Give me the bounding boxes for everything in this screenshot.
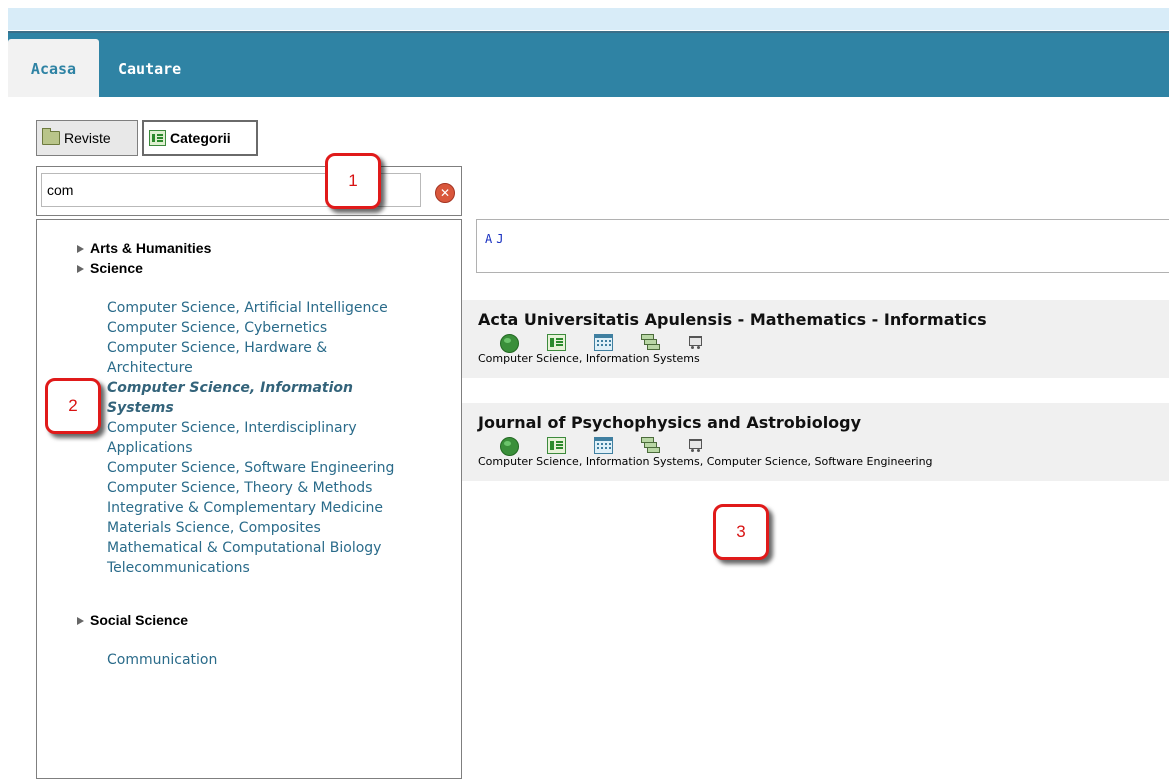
category-item[interactable]: Computer Science, Artificial Intelligenc… (107, 298, 394, 318)
expand-arrow-icon (77, 245, 84, 254)
group-arts-humanities[interactable]: Arts & Humanities (77, 240, 211, 256)
category-item[interactable]: Computer Science, Interdisciplinary (107, 418, 394, 438)
nav-bar: Acasa Cautare (8, 31, 1169, 99)
categorii-button-label: Categorii (170, 130, 231, 146)
details-icon[interactable] (547, 334, 566, 351)
categories-icon (149, 130, 166, 146)
category-item[interactable]: Computer Science, Software Engineering (107, 458, 394, 478)
top-strip (0, 0, 1169, 30)
tab-cautare[interactable]: Cautare (118, 39, 181, 99)
category-item[interactable]: Mathematical & Computational Biology (107, 538, 394, 558)
cart-icon[interactable] (686, 437, 703, 452)
category-item[interactable]: Computer Science, Cybernetics (107, 318, 394, 338)
clear-search-icon[interactable]: ✕ (435, 183, 455, 203)
category-item[interactable]: Telecommunications (107, 558, 394, 578)
callout-1: 1 (325, 153, 381, 209)
result-actions (500, 334, 703, 353)
category-item[interactable]: Materials Science, Composites (107, 518, 394, 538)
top-band (8, 8, 1169, 30)
category-item[interactable]: Computer Science, Hardware & (107, 338, 394, 358)
category-item[interactable]: Applications (107, 438, 394, 458)
letter-link[interactable]: J (496, 232, 503, 246)
science-category-list: Computer Science, Artificial Intelligenc… (107, 298, 394, 578)
category-item[interactable]: Communication (107, 650, 217, 670)
letter-filter: AJ (476, 219, 1169, 273)
callout-3: 3 (713, 504, 769, 560)
globe-icon[interactable] (500, 334, 519, 353)
issues-icon[interactable] (641, 334, 660, 350)
result-actions (500, 437, 703, 456)
result-categories: Computer Science, Information Systems (478, 352, 700, 365)
search-box: ✕ (36, 166, 462, 216)
issues-icon[interactable] (641, 437, 660, 453)
result-item: Acta Universitatis Apulensis - Mathemati… (462, 300, 1169, 378)
result-title[interactable]: Acta Universitatis Apulensis - Mathemati… (478, 310, 987, 329)
group-science[interactable]: Science (77, 260, 143, 276)
result-item: Journal of Psychophysics and Astrobiolog… (462, 403, 1169, 481)
category-item[interactable]: Computer Science, Theory & Methods (107, 478, 394, 498)
group-label: Arts & Humanities (90, 240, 212, 256)
folder-icon (42, 128, 60, 145)
callout-2: 2 (45, 378, 101, 434)
category-item[interactable]: Integrative & Complementary Medicine (107, 498, 394, 518)
reviste-button[interactable]: Reviste (36, 120, 138, 156)
group-label: Social Science (90, 612, 189, 628)
cart-icon[interactable] (686, 334, 703, 349)
group-label: Science (90, 260, 143, 276)
calendar-icon[interactable] (594, 334, 613, 351)
details-icon[interactable] (547, 437, 566, 454)
result-title[interactable]: Journal of Psychophysics and Astrobiolog… (478, 413, 861, 432)
category-item[interactable]: Architecture (107, 358, 394, 378)
group-social-science[interactable]: Social Science (77, 612, 188, 628)
category-item-selected[interactable]: Computer Science, Information (107, 378, 394, 398)
letter-link[interactable]: A (485, 232, 492, 246)
categorii-button[interactable]: Categorii (142, 120, 258, 156)
expand-arrow-icon (77, 265, 84, 274)
tab-acasa[interactable]: Acasa (8, 39, 99, 99)
calendar-icon[interactable] (594, 437, 613, 454)
social-category-list: Communication (107, 650, 217, 670)
result-categories: Computer Science, Information Systems, C… (478, 455, 933, 468)
expand-arrow-icon (77, 617, 84, 626)
reviste-button-label: Reviste (64, 130, 111, 146)
category-tree-panel: Arts & Humanities Science Computer Scien… (36, 219, 462, 779)
globe-icon[interactable] (500, 437, 519, 456)
category-item-selected[interactable]: Systems (107, 398, 394, 418)
